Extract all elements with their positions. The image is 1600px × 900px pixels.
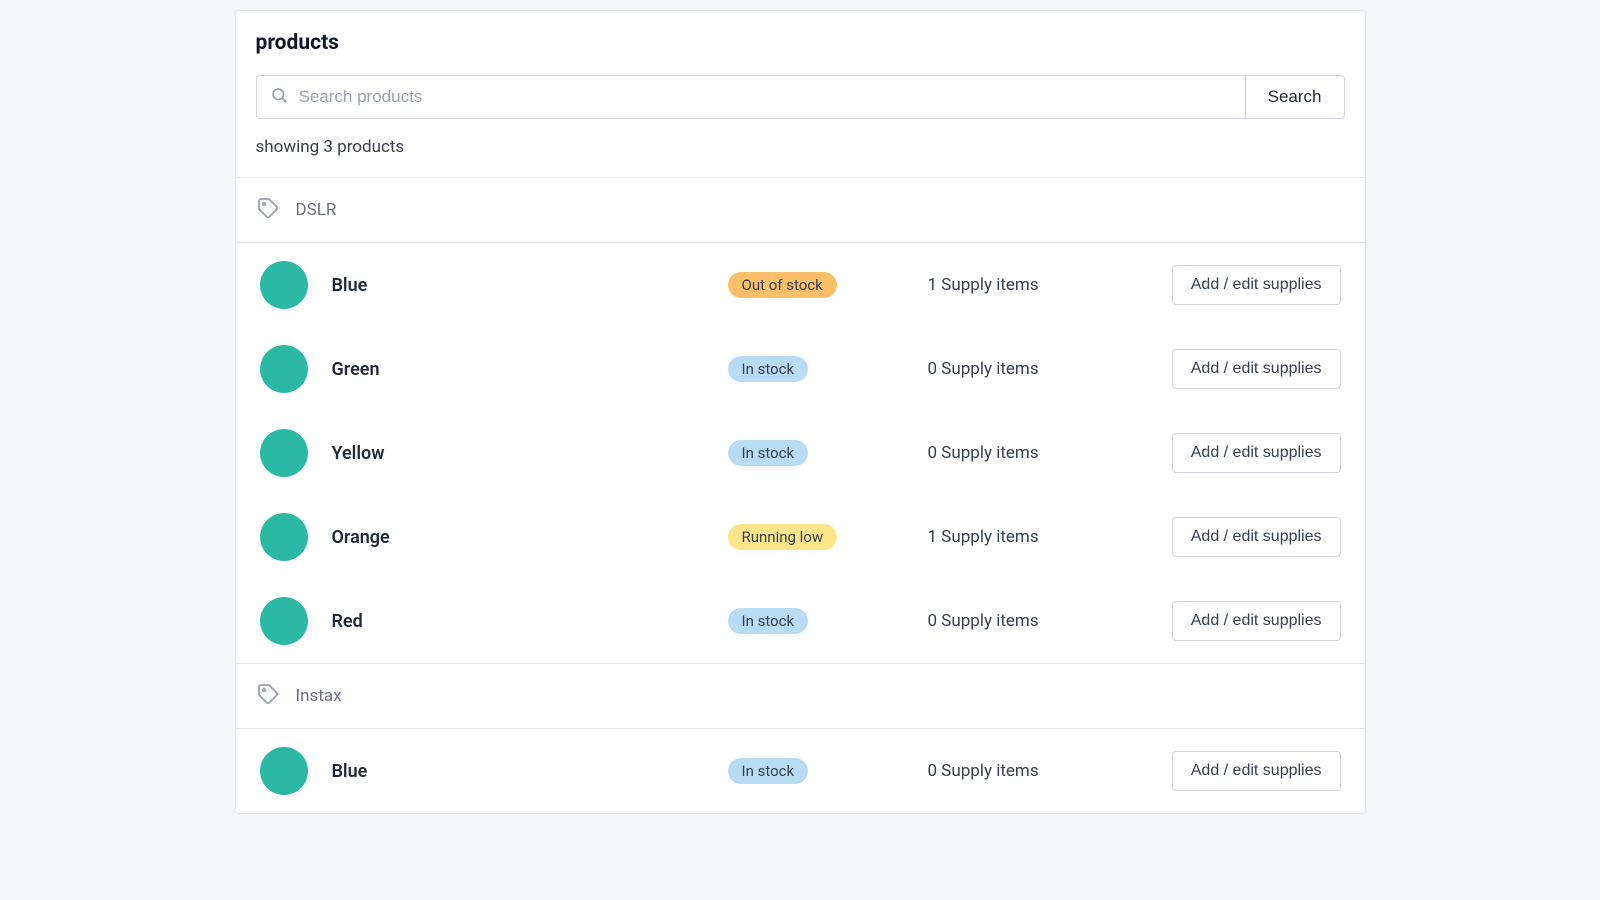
supply-count: 1 Supply items [928, 527, 1172, 547]
status-badge: In stock [728, 608, 809, 634]
search-input[interactable] [256, 75, 1245, 119]
add-edit-supplies-button[interactable]: Add / edit supplies [1172, 517, 1341, 557]
product-swatch [260, 429, 308, 477]
product-row: OrangeRunning low 1 Supply itemsAdd / edi… [236, 495, 1365, 579]
tag-icon [256, 682, 280, 710]
product-name: Orange [308, 527, 728, 548]
row-action-cell: Add / edit supplies [1172, 517, 1341, 557]
product-name: Green [308, 359, 728, 380]
status-badge: Running low [728, 524, 838, 550]
tag-icon [256, 196, 280, 224]
supply-count: 0 Supply items [928, 611, 1172, 631]
product-row: BlueIn stock 0 Supply itemsAdd / edit sup… [236, 729, 1365, 813]
supply-count: 0 Supply items [928, 359, 1172, 379]
product-swatch [260, 261, 308, 309]
row-action-cell: Add / edit supplies [1172, 349, 1341, 389]
add-edit-supplies-button[interactable]: Add / edit supplies [1172, 265, 1341, 305]
row-action-cell: Add / edit supplies [1172, 433, 1341, 473]
row-action-cell: Add / edit supplies [1172, 265, 1341, 305]
page-title: products [256, 31, 1345, 55]
supply-count: 1 Supply items [928, 275, 1172, 295]
group-label: Instax [296, 686, 342, 706]
status-cell: In stock [728, 758, 928, 784]
product-swatch [260, 747, 308, 795]
product-name: Blue [308, 761, 728, 782]
status-cell: Running low [728, 524, 928, 550]
product-swatch [260, 513, 308, 561]
group-label: DSLR [296, 200, 337, 220]
status-cell: In stock [728, 356, 928, 382]
search-row: Search [256, 75, 1345, 119]
status-cell: Out of stock [728, 272, 928, 298]
add-edit-supplies-button[interactable]: Add / edit supplies [1172, 601, 1341, 641]
row-action-cell: Add / edit supplies [1172, 751, 1341, 791]
supply-count: 0 Supply items [928, 443, 1172, 463]
search-button[interactable]: Search [1245, 75, 1345, 119]
product-row: RedIn stock 0 Supply itemsAdd / edit supp… [236, 579, 1365, 663]
product-name: Blue [308, 275, 728, 296]
status-badge: In stock [728, 758, 809, 784]
status-badge: Out of stock [728, 272, 837, 298]
products-card: products Search showing 3 products DSLR B… [235, 10, 1366, 814]
add-edit-supplies-button[interactable]: Add / edit supplies [1172, 433, 1341, 473]
product-name: Red [308, 611, 728, 632]
product-row: GreenIn stock 0 Supply itemsAdd / edit su… [236, 327, 1365, 411]
product-swatch [260, 345, 308, 393]
row-action-cell: Add / edit supplies [1172, 601, 1341, 641]
results-summary: showing 3 products [256, 119, 1345, 177]
search-icon [270, 86, 288, 108]
add-edit-supplies-button[interactable]: Add / edit supplies [1172, 349, 1341, 389]
group-header: DSLR [236, 177, 1365, 243]
product-swatch [260, 597, 308, 645]
supply-count: 0 Supply items [928, 761, 1172, 781]
status-badge: In stock [728, 440, 809, 466]
product-row: BlueOut of stock 1 Supply itemsAdd / edit… [236, 243, 1365, 327]
status-cell: In stock [728, 440, 928, 466]
product-name: Yellow [308, 443, 728, 464]
status-cell: In stock [728, 608, 928, 634]
group-header: Instax [236, 663, 1365, 729]
product-groups: DSLRBlueOut of stock1 Supply itemsAdd / … [236, 177, 1365, 813]
product-row: YellowIn stock 0 Supply itemsAdd / edit s… [236, 411, 1365, 495]
search-input-wrap [256, 75, 1245, 119]
card-header: products Search showing 3 products [236, 11, 1365, 177]
add-edit-supplies-button[interactable]: Add / edit supplies [1172, 751, 1341, 791]
status-badge: In stock [728, 356, 809, 382]
